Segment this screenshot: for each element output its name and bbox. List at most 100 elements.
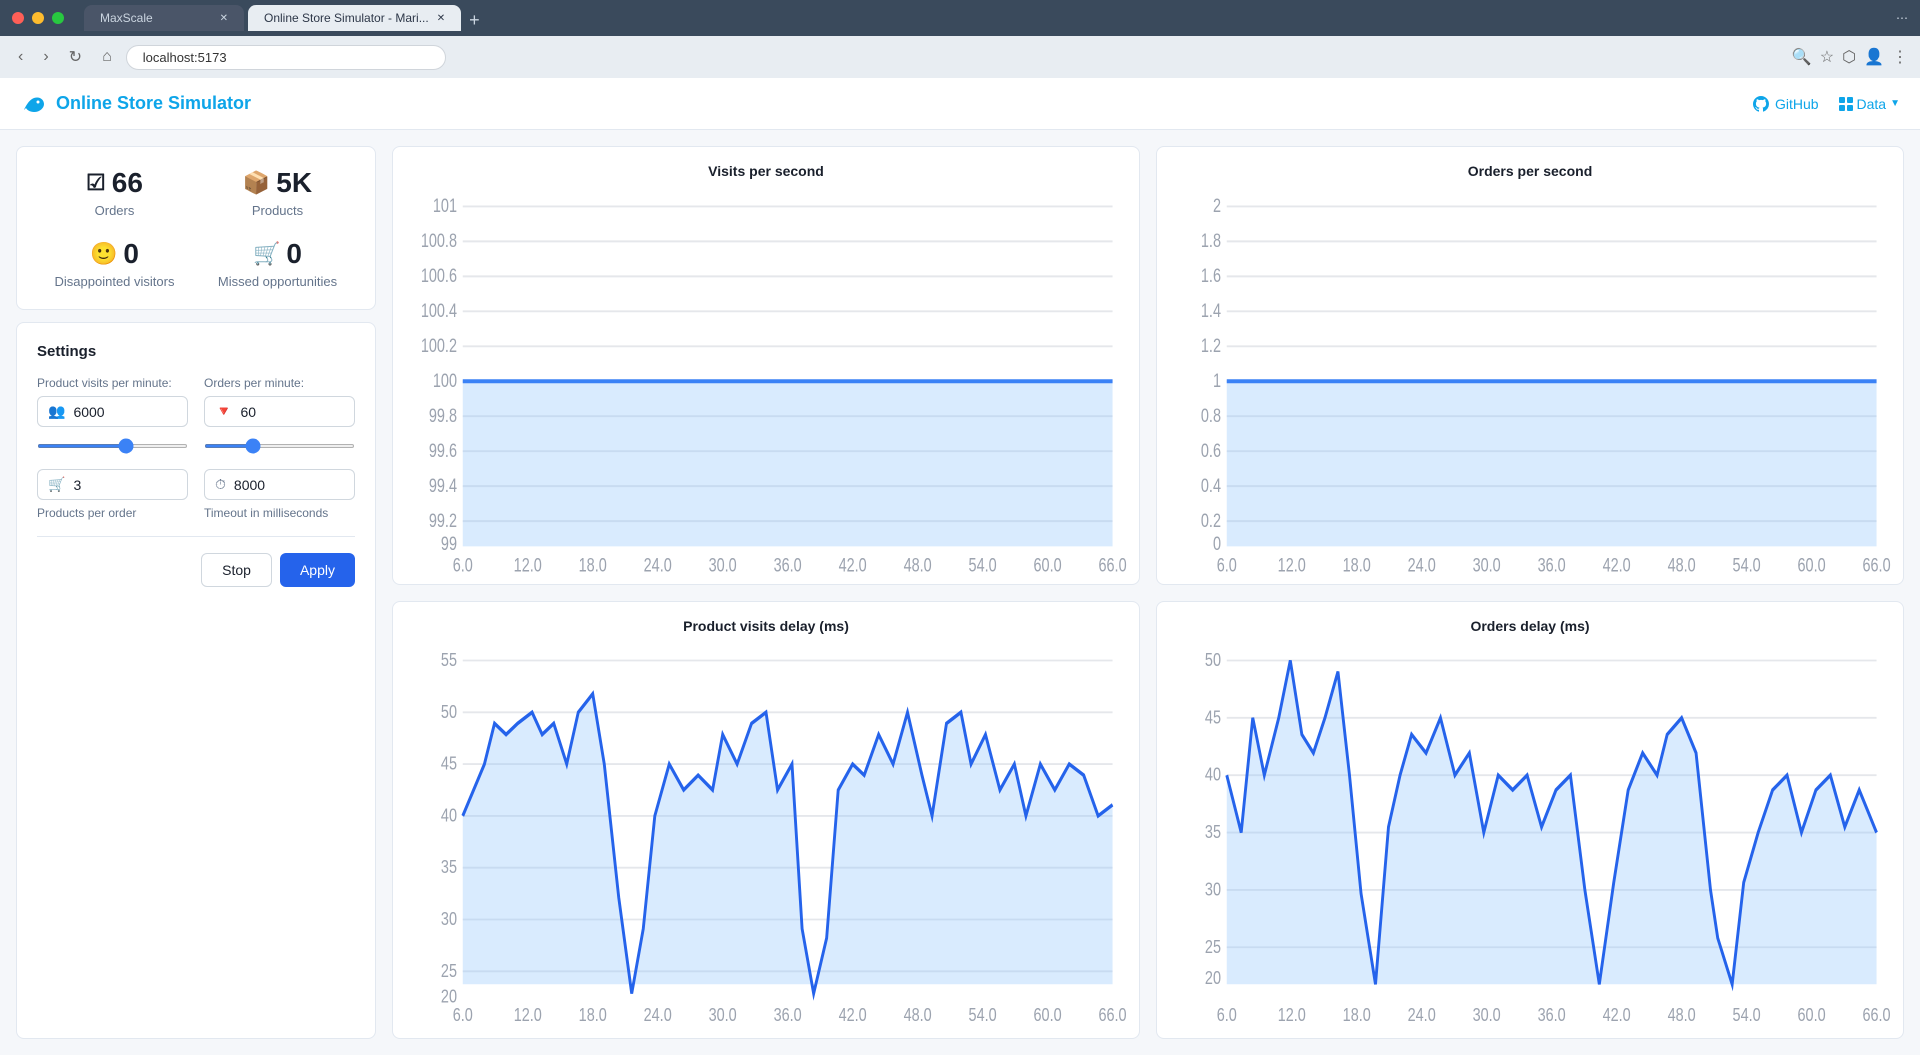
tab-close-icon-active[interactable]: ✕	[437, 13, 445, 24]
svg-text:36.0: 36.0	[774, 555, 802, 576]
svg-text:100.4: 100.4	[421, 300, 458, 322]
timeout-input[interactable]	[234, 477, 344, 493]
disappointed-label: Disappointed visitors	[55, 274, 175, 289]
timeout-input-wrap[interactable]: ⏱	[204, 469, 355, 500]
grid-icon	[1839, 97, 1853, 111]
visits-input-wrap[interactable]: 👥	[37, 396, 188, 427]
chart-visits-delay-area: 55 50 45 40 35 30 25 20	[405, 642, 1127, 1031]
svg-text:40: 40	[441, 804, 457, 825]
orders-field-group: Orders per minute: 🔻	[204, 376, 355, 453]
browser-menu-icon[interactable]: ⋯	[1896, 11, 1908, 25]
svg-text:1: 1	[1213, 370, 1221, 392]
reload-button[interactable]: ↻	[63, 43, 88, 71]
svg-text:100.8: 100.8	[421, 230, 457, 252]
disappointed-value-wrap: 🙂 0	[90, 238, 139, 270]
visits-slider-wrap[interactable]	[37, 435, 188, 453]
svg-text:24.0: 24.0	[1408, 1004, 1436, 1025]
logo-bird-icon	[20, 90, 48, 118]
orders-per-min-label: Orders per minute:	[204, 376, 355, 390]
svg-text:30.0: 30.0	[1473, 1004, 1501, 1025]
github-label: GitHub	[1775, 96, 1819, 112]
visits-slider[interactable]	[37, 444, 188, 448]
apply-button[interactable]: Apply	[280, 553, 355, 587]
tab-label-active: Online Store Simulator - Mari...	[264, 11, 429, 25]
new-tab-button[interactable]: +	[469, 10, 480, 31]
extensions-icon[interactable]: ⬡	[1842, 47, 1856, 67]
chart-orders-title: Orders per second	[1169, 163, 1891, 179]
svg-text:100: 100	[433, 370, 457, 392]
chart-orders-svg: 2 1.8 1.6 1.4 1.2 1 0.8 0.6 0.4 0.2 0	[1169, 187, 1891, 576]
stat-products: 📦 5K Products	[204, 167, 351, 218]
visits-input[interactable]	[73, 404, 177, 420]
products-input-wrap[interactable]: 🛒	[37, 469, 188, 500]
orders-value-wrap: ☑ 66	[86, 167, 143, 199]
stat-missed: 🛒 0 Missed opportunities	[204, 238, 351, 289]
home-button[interactable]: ⌂	[96, 44, 118, 70]
orders-area-fill	[1227, 381, 1877, 546]
svg-text:100.6: 100.6	[421, 265, 457, 287]
svg-text:54.0: 54.0	[1733, 1004, 1761, 1025]
svg-text:60.0: 60.0	[1034, 555, 1062, 576]
svg-text:99.8: 99.8	[429, 405, 457, 427]
missed-label: Missed opportunities	[218, 274, 337, 289]
svg-text:18.0: 18.0	[1343, 1004, 1371, 1025]
chart-visits-title: Visits per second	[405, 163, 1127, 179]
zoom-icon[interactable]: 🔍	[1792, 47, 1812, 67]
tab-simulator[interactable]: Online Store Simulator - Mari... ✕	[248, 5, 461, 31]
app-title: Online Store Simulator	[56, 93, 251, 114]
svg-text:66.0: 66.0	[1863, 555, 1891, 576]
app-container: Online Store Simulator GitHub Data ▼	[0, 78, 1920, 1055]
svg-text:0.8: 0.8	[1201, 405, 1221, 427]
visits-label: Product visits per minute:	[37, 376, 188, 390]
svg-text:25: 25	[1205, 936, 1221, 957]
browser-window: MaxScale ✕ Online Store Simulator - Mari…	[0, 0, 1920, 1055]
stop-button[interactable]: Stop	[201, 553, 272, 587]
svg-text:99.4: 99.4	[429, 475, 458, 497]
maximize-dot[interactable]	[52, 12, 64, 24]
orders-input[interactable]	[240, 404, 344, 420]
clock-icon: ⏱	[215, 476, 226, 493]
svg-text:0: 0	[1213, 533, 1221, 555]
close-dot[interactable]	[12, 12, 24, 24]
back-button[interactable]: ‹	[12, 44, 29, 70]
orders-input-wrap[interactable]: 🔻	[204, 396, 355, 427]
svg-text:99.2: 99.2	[429, 510, 457, 532]
browser-tabs: MaxScale ✕ Online Store Simulator - Mari…	[84, 5, 480, 31]
header-right: GitHub Data ▼	[1753, 96, 1900, 112]
tab-label: MaxScale	[100, 11, 153, 25]
svg-text:100.2: 100.2	[421, 335, 457, 357]
products-value: 5K	[276, 167, 312, 199]
chart-orders-delay-area: 50 45 40 35 30 25 20 6.0 12.	[1169, 642, 1891, 1031]
orders-slider[interactable]	[204, 444, 355, 448]
svg-text:50: 50	[441, 701, 457, 722]
svg-text:36.0: 36.0	[1538, 555, 1566, 576]
forward-button[interactable]: ›	[37, 44, 54, 70]
bookmark-icon[interactable]: ☆	[1820, 47, 1834, 67]
tab-close-icon[interactable]: ✕	[220, 13, 228, 24]
svg-text:2: 2	[1213, 195, 1221, 217]
charts-grid: Visits per second	[392, 146, 1904, 1039]
svg-text:18.0: 18.0	[579, 555, 607, 576]
minimize-dot[interactable]	[32, 12, 44, 24]
svg-text:55: 55	[441, 649, 457, 670]
users-icon: 👥	[48, 403, 65, 420]
svg-text:48.0: 48.0	[1668, 1004, 1696, 1025]
svg-text:66.0: 66.0	[1099, 1004, 1127, 1025]
address-bar[interactable]: localhost:5173	[126, 45, 446, 70]
svg-text:101: 101	[433, 195, 457, 217]
github-link[interactable]: GitHub	[1753, 96, 1819, 112]
svg-text:54.0: 54.0	[969, 555, 997, 576]
app-header: Online Store Simulator GitHub Data ▼	[0, 78, 1920, 130]
svg-text:54.0: 54.0	[1733, 555, 1761, 576]
svg-text:30.0: 30.0	[709, 555, 737, 576]
orders-slider-wrap[interactable]	[204, 435, 355, 453]
app-main: ☑ 66 Orders 📦 5K Products	[0, 130, 1920, 1055]
products-per-order-input[interactable]	[73, 477, 177, 493]
tab-maxscale[interactable]: MaxScale ✕	[84, 5, 244, 31]
menu-icon[interactable]: ⋮	[1892, 47, 1908, 67]
data-dropdown[interactable]: Data ▼	[1839, 96, 1900, 112]
svg-text:42.0: 42.0	[839, 555, 867, 576]
profile-icon[interactable]: 👤	[1864, 47, 1884, 67]
cart-icon: 🛒	[48, 476, 65, 493]
chart-visits-area: 101 100.8 100.6 100.4 100.2 100 99.8 99.…	[405, 187, 1127, 576]
